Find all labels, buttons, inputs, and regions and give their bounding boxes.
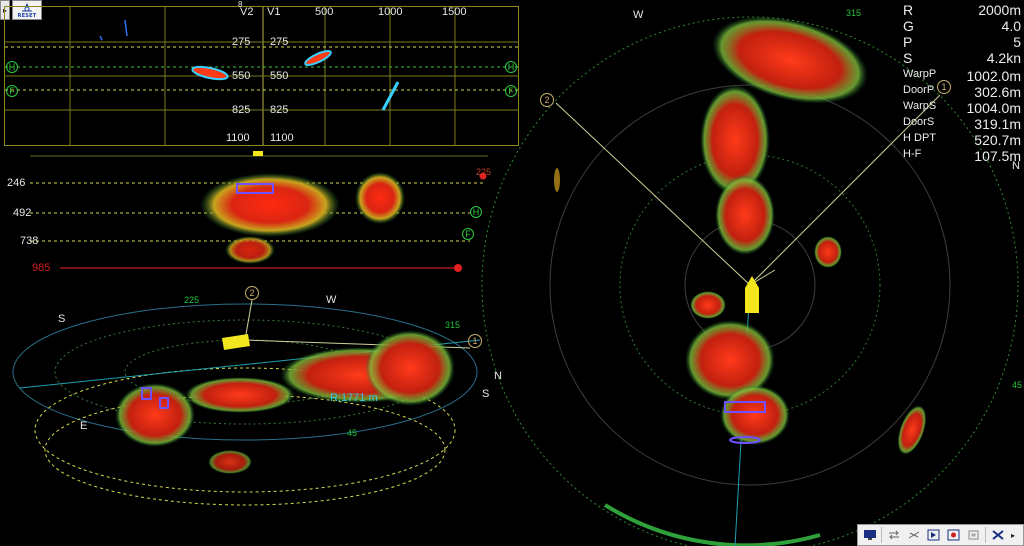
toolbar-divider	[881, 527, 882, 543]
link-off-icon	[908, 531, 919, 539]
info-row-speed: S 4.2kn	[903, 50, 1021, 66]
persp-label-s-left: S	[58, 313, 66, 325]
echogram-depth-left-1: 275	[232, 36, 251, 48]
info-row-doorp: DoorP 302.6m	[903, 84, 1021, 100]
swap-arrows-button[interactable]	[885, 527, 902, 543]
swap-arrows-icon	[888, 530, 899, 540]
info-row-range: R 2000m	[903, 2, 1021, 18]
persp-marker-2[interactable]: 2	[245, 286, 259, 300]
persp-range-label: R:1771 m	[330, 392, 378, 404]
echogram-depth-right-4: 1100	[270, 132, 294, 144]
persp-label-w: W	[326, 294, 337, 306]
polar-bearing-315: 315	[846, 8, 862, 18]
persp-bearing-225: 225	[184, 295, 200, 305]
play-button[interactable]	[925, 527, 942, 543]
monitor-icon	[863, 530, 876, 540]
side-depth-3: 738	[20, 235, 39, 247]
info-row-warpp: WarpP 1002.0m	[903, 68, 1021, 84]
expand-arrow-icon: ▸	[1010, 530, 1015, 540]
record-button[interactable]	[945, 527, 962, 543]
persp-label-s-right: S	[482, 388, 490, 400]
side-depth-1: 246	[7, 177, 26, 189]
echogram-col-v1: V1	[267, 6, 281, 18]
info-row-gain: G 4.0	[903, 18, 1021, 34]
tools-icon	[991, 530, 1004, 540]
echogram-depth-left-3: 825	[232, 104, 251, 116]
persp-marker-1[interactable]: 1	[468, 334, 482, 348]
side-h-marker: H	[470, 206, 482, 218]
stop-icon	[968, 530, 978, 540]
echogram-f-marker-right: F	[505, 85, 517, 97]
side-bearing-label: 225	[476, 167, 492, 177]
echogram-depth-right-1: 275	[270, 36, 289, 48]
info-row-hdpt: H DPT 520.7m	[903, 132, 1021, 148]
persp-bearing-315: 315	[445, 320, 461, 330]
record-icon	[947, 529, 959, 541]
info-row-hf: H-F 107.5m	[903, 148, 1021, 164]
echogram-h-marker-left: H	[6, 61, 18, 73]
echogram-range-1500: 1500	[442, 6, 467, 18]
polar-marker-2[interactable]: 2	[540, 93, 554, 107]
link-off-button[interactable]	[905, 527, 922, 543]
echogram-depth-right-3: 825	[270, 104, 289, 116]
echogram-range-1000: 1000	[378, 6, 403, 18]
persp-label-e: E	[80, 420, 88, 432]
echogram-h-marker-right: H	[505, 61, 517, 73]
echogram-range-500: 500	[315, 6, 334, 18]
tools-button[interactable]	[989, 527, 1006, 543]
echogram-top-mark: 8	[238, 0, 243, 9]
screen-capture-button[interactable]	[861, 527, 878, 543]
persp-bearing-45: 45	[347, 428, 358, 438]
play-icon	[927, 529, 939, 541]
echogram-depth-left-4: 1100	[226, 132, 250, 144]
echogram-f-marker-left: F	[6, 85, 18, 97]
info-row-doors: DoorS 319.1m	[903, 116, 1021, 132]
side-f-marker: F	[462, 228, 474, 240]
toolbar-expand-button[interactable]: ▸	[1009, 527, 1017, 543]
echogram-panel[interactable]	[4, 6, 519, 146]
info-row-warps: WarpS 1004.0m	[903, 100, 1021, 116]
persp-label-n: N	[494, 370, 502, 382]
toolbar-divider	[985, 527, 986, 543]
stop-button[interactable]	[965, 527, 982, 543]
info-row-pulse: P 5	[903, 34, 1021, 50]
polar-bearing-45: 45	[1012, 380, 1023, 390]
polar-label-w: W	[633, 9, 644, 21]
bottom-toolbar: ▸	[857, 524, 1024, 546]
side-depth-2: 492	[13, 207, 32, 219]
side-depth-red: 985	[32, 262, 51, 274]
echogram-depth-left-2: 550	[232, 70, 251, 82]
echogram-depth-right-2: 550	[270, 70, 289, 82]
info-panel: R 2000m G 4.0 P 5 S 4.2kn WarpP 1002.0m …	[903, 2, 1021, 167]
